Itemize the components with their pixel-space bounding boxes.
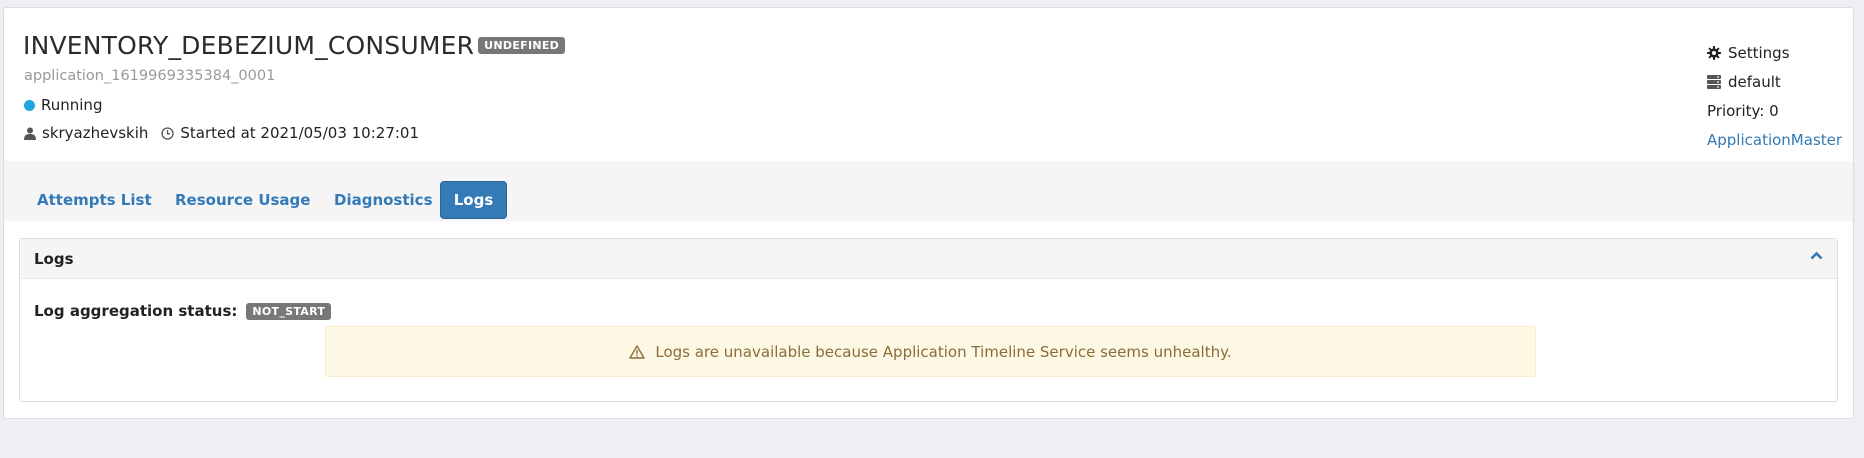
server-icon	[1707, 74, 1721, 89]
logs-panel-title: Logs	[34, 249, 74, 268]
state-label: Running	[41, 96, 103, 114]
tab-resource-usage[interactable]: Resource Usage	[160, 181, 325, 219]
alert-text: Logs are unavailable because Application…	[655, 342, 1232, 361]
queue-name: default	[1728, 72, 1781, 91]
application-master-link[interactable]: ApplicationMaster	[1707, 131, 1842, 149]
app-overview-panel: INVENTORY_DEBEZIUM_CONSUMER UNDEFINED app…	[3, 7, 1854, 419]
priority-value: Priority: 0	[1707, 101, 1779, 120]
logs-panel: Logs Log aggregation status: NOT_START L…	[19, 238, 1838, 402]
app-header: INVENTORY_DEBEZIUM_CONSUMER UNDEFINED app…	[4, 8, 1853, 161]
app-name: INVENTORY_DEBEZIUM_CONSUMER	[23, 31, 475, 60]
user-name: skryazhevskih	[42, 124, 149, 142]
tab-logs[interactable]: Logs	[440, 181, 507, 219]
gear-icon	[1707, 45, 1721, 60]
page-title: INVENTORY_DEBEZIUM_CONSUMER UNDEFINED	[23, 31, 566, 60]
log-aggregation-status: Log aggregation status: NOT_START	[34, 302, 332, 320]
settings-label: Settings	[1728, 43, 1790, 62]
logs-unavailable-alert: Logs are unavailable because Application…	[325, 326, 1536, 377]
state-dot-icon	[24, 99, 35, 111]
app-id: application_1619969335384_0001	[24, 68, 276, 84]
tab-diagnostics[interactable]: Diagnostics	[319, 181, 448, 219]
priority-row: Priority: 0	[1707, 96, 1842, 125]
logs-panel-heading: Logs	[20, 239, 1837, 279]
settings-row[interactable]: Settings	[1707, 38, 1842, 67]
tab-bar: Attempts List Resource Usage Diagnostics…	[4, 161, 1853, 221]
user-icon	[24, 127, 36, 140]
queue-row: default	[1707, 67, 1842, 96]
final-status-badge: UNDEFINED	[478, 37, 566, 54]
tab-attempts-list[interactable]: Attempts List	[22, 181, 167, 219]
chevron-up-icon[interactable]	[1810, 251, 1823, 260]
app-side-info: Settings default Priority: 0 Application…	[1707, 38, 1842, 154]
warning-icon	[629, 344, 646, 359]
am-row: ApplicationMaster	[1707, 125, 1842, 154]
app-meta: skryazhevskih Started at 2021/05/03 10:2…	[24, 124, 419, 142]
aggregation-label: Log aggregation status:	[34, 302, 238, 320]
clock-icon	[161, 126, 175, 140]
app-state: Running	[24, 96, 102, 114]
aggregation-status-badge: NOT_START	[246, 302, 332, 320]
started-time: Started at 2021/05/03 10:27:01	[180, 124, 419, 142]
